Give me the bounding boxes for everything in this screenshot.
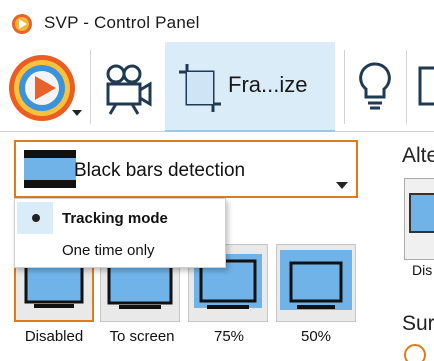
tile-label-to-screen: To screen xyxy=(109,328,175,345)
tile-label-50: 50% xyxy=(300,328,332,345)
tab-more[interactable] xyxy=(412,42,434,132)
svp-logo-button[interactable] xyxy=(6,52,88,124)
black-bars-thumbnail-icon xyxy=(24,150,76,188)
crop-frame-icon xyxy=(179,64,221,112)
chevron-down-icon xyxy=(336,182,348,189)
toolbar-separator xyxy=(344,50,345,124)
svp-app-icon xyxy=(12,14,32,34)
menu-item-tracking-mode[interactable]: Tracking mode xyxy=(15,202,225,234)
menu-item-label: One time only xyxy=(62,242,155,259)
right-column-tile-label: Dis xyxy=(412,262,433,278)
svp-logo-icon xyxy=(9,55,82,121)
toolbar: Fra...ize xyxy=(0,42,434,132)
tile-label-disabled: Disabled xyxy=(24,328,84,345)
tile-50-percent[interactable] xyxy=(276,244,356,322)
right-column-tile[interactable] xyxy=(404,178,434,260)
menu-item-label: Tracking mode xyxy=(62,210,168,227)
right-column-heading: Alte xyxy=(402,144,434,167)
tab-video[interactable] xyxy=(96,42,158,132)
mode-dropdown-menu: Tracking mode One time only xyxy=(14,198,226,268)
info-icon[interactable] xyxy=(404,344,426,361)
tab-tips[interactable] xyxy=(350,42,400,132)
tab-frame-size[interactable]: Fra...ize xyxy=(165,42,335,132)
title-bar: SVP - Control Panel xyxy=(0,0,434,42)
menu-item-one-time-only[interactable]: One time only xyxy=(15,234,225,266)
monitor-50-icon xyxy=(280,250,352,310)
select-value: Black bars detection xyxy=(74,160,246,181)
tile-label-75: 75% xyxy=(213,328,245,345)
tab-frame-size-label: Fra...ize xyxy=(228,72,308,97)
window-title: SVP - Control Panel xyxy=(44,13,200,32)
lightbulb-icon xyxy=(359,62,391,110)
video-camera-icon xyxy=(106,64,152,115)
document-icon xyxy=(418,66,434,106)
radio-bullet-icon xyxy=(32,214,40,222)
toolbar-separator xyxy=(90,50,91,124)
black-bars-mode-select[interactable]: Black bars detection xyxy=(14,140,358,198)
toolbar-separator xyxy=(406,50,407,124)
right-column-heading-2: Sur xyxy=(402,312,434,335)
